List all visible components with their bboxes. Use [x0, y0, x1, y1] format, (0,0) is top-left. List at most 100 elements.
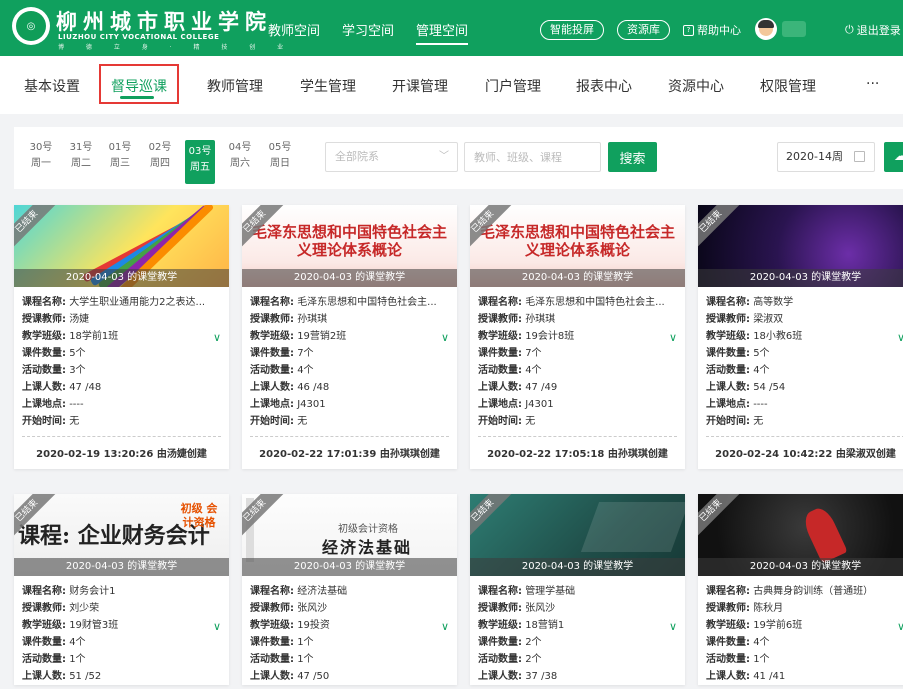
attendance-label: 上课人数: — [22, 671, 66, 682]
expand-chevron-icon[interactable]: ∨ — [897, 329, 903, 346]
start-time-label: 开始时间: — [250, 416, 294, 427]
course-row: 课程名称: 毛泽东思想和中国特色社会主... — [250, 294, 448, 311]
course-label: 课程名称: — [250, 297, 294, 308]
expand-chevron-icon[interactable]: ∨ — [441, 618, 449, 635]
day-selector-02[interactable]: 02号 周四 — [145, 140, 175, 180]
class-info: 课程名称: 毛泽东思想和中国特色社会主... 授课教师: 孙琪琪 教学班级: 1… — [470, 287, 685, 430]
class-thumbnail[interactable]: 已结束 2020-04-03 的课堂教学 — [698, 205, 903, 287]
attendance-row: 上课人数: 54 /54 — [706, 379, 903, 396]
tab-permission-management[interactable]: 权限管理 — [760, 76, 816, 96]
class-value: 19学前6班 — [753, 620, 803, 631]
day-selector-30[interactable]: 30号 周一 — [26, 140, 56, 180]
cover-title: 经济法基础 — [322, 538, 413, 557]
class-card[interactable]: 课程: 企业财务会计 初级 会计资格 已结束 2020-04-03 的课堂教学 … — [14, 494, 229, 685]
day-selector-05[interactable]: 05号 周日 — [265, 140, 295, 180]
courseware-row: 课件数量: 2个 — [478, 634, 676, 651]
class-row: 教学班级: 18学前1班 — [22, 328, 220, 345]
search-button[interactable]: 搜索 — [608, 142, 657, 172]
start-time-value: 无 — [297, 416, 308, 427]
expand-chevron-icon[interactable]: ∨ — [213, 618, 221, 635]
class-thumbnail[interactable]: 已结束 2020-04-03 的课堂教学 — [470, 494, 685, 576]
class-card[interactable]: 毛泽东思想和中国特色社会主义理论体系概论 已结束 2020-04-03 的课堂教… — [242, 205, 457, 469]
class-card[interactable]: 已结束 2020-04-03 的课堂教学 课程名称: 管理学基础 授课教师: 张… — [470, 494, 685, 685]
tab-basic-settings[interactable]: 基本设置 — [24, 76, 80, 96]
avatar[interactable] — [755, 18, 777, 40]
class-row: 教学班级: 18营销1 — [478, 617, 676, 634]
expand-chevron-icon[interactable]: ∨ — [897, 618, 903, 635]
teacher-row: 授课教师: 孙琪琪 — [250, 311, 448, 328]
tab-portal-management[interactable]: 门户管理 — [485, 76, 541, 96]
courseware-value: 4个 — [69, 637, 86, 648]
search-input[interactable] — [464, 142, 601, 172]
class-thumbnail[interactable]: 已结束 2020-04-03 的课堂教学 — [698, 494, 903, 576]
tab-resource-center[interactable]: 资源中心 — [668, 76, 724, 96]
class-thumbnail[interactable]: 毛泽东思想和中国特色社会主义理论体系概论 已结束 2020-04-03 的课堂教… — [470, 205, 685, 287]
class-thumbnail[interactable]: 已结束 2020-04-03 的课堂教学 — [14, 205, 229, 287]
courseware-label: 课件数量: — [22, 348, 66, 359]
teacher-row: 授课教师: 孙琪琪 — [478, 311, 676, 328]
class-info: 课程名称: 大学生职业通用能力2之表达... 授课教师: 汤婕 教学班级: 18… — [14, 287, 229, 430]
class-thumbnail[interactable]: 课程: 企业财务会计 初级 会计资格 已结束 2020-04-03 的课堂教学 — [14, 494, 229, 576]
resource-library-button[interactable]: 资源库 — [617, 20, 670, 40]
start-time-label: 开始时间: — [706, 416, 750, 427]
more-menu-icon[interactable]: ··· — [866, 76, 879, 92]
class-info: 课程名称: 经济法基础 授课教师: 张风沙 教学班级: 19投资 课件数量: 1… — [242, 576, 457, 685]
course-label: 课程名称: — [706, 297, 750, 308]
created-info: 2020-02-22 17:01:39 由孙琪琪创建 — [250, 436, 449, 469]
class-card[interactable]: 已结束 2020-04-03 的课堂教学 课程名称: 高等数学 授课教师: 梁淑… — [698, 205, 903, 469]
expand-chevron-icon[interactable]: ∨ — [441, 329, 449, 346]
class-thumbnail[interactable]: 毛泽东思想和中国特色社会主义理论体系概论 已结束 2020-04-03 的课堂教… — [242, 205, 457, 287]
day-selector-03[interactable]: 03号 周五 — [185, 140, 215, 184]
tab-report-center[interactable]: 报表中心 — [576, 76, 632, 96]
day-selector-31[interactable]: 31号 周二 — [66, 140, 96, 180]
attendance-label: 上课人数: — [250, 671, 294, 682]
class-caption: 2020-04-03 的课堂教学 — [470, 269, 685, 287]
week-picker[interactable]: 2020-14周 — [777, 142, 875, 172]
teacher-label: 授课教师: — [250, 314, 294, 325]
tab-teacher-management[interactable]: 教师管理 — [207, 76, 263, 96]
tab-student-management[interactable]: 学生管理 — [300, 76, 356, 96]
day-selector-04[interactable]: 04号 周六 — [225, 140, 255, 180]
tab-course-management[interactable]: 开课管理 — [392, 76, 448, 96]
cloud-download-icon[interactable]: ☁ — [884, 142, 903, 172]
expand-chevron-icon[interactable]: ∨ — [669, 329, 677, 346]
attendance-value: 54 /54 — [753, 382, 786, 393]
nav-study-space[interactable]: 学习空间 — [342, 20, 394, 39]
class-row: 教学班级: 19投资 — [250, 617, 448, 634]
smart-cast-button[interactable]: 智能投屏 — [540, 20, 604, 40]
user-name-badge[interactable] — [782, 21, 806, 37]
class-card[interactable]: 毛泽东思想和中国特色社会主义理论体系概论 已结束 2020-04-03 的课堂教… — [470, 205, 685, 469]
courseware-label: 课件数量: — [706, 348, 750, 359]
day-weekday: 周二 — [71, 158, 91, 169]
courseware-value: 5个 — [753, 348, 770, 359]
activity-label: 活动数量: — [706, 365, 750, 376]
nav-teacher-space[interactable]: 教师空间 — [268, 20, 320, 39]
class-card[interactable]: 初级会计资格 经济法基础 已结束 2020-04-03 的课堂教学 课程名称: … — [242, 494, 457, 685]
day-weekday: 周五 — [190, 162, 210, 173]
course-value: 毛泽东思想和中国特色社会主... — [525, 297, 665, 308]
expand-chevron-icon[interactable]: ∨ — [669, 618, 677, 635]
school-name-en: LIUZHOU CITY VOCATIONAL COLLEGE — [58, 33, 220, 41]
help-center-link[interactable]: ? 帮助中心 — [683, 22, 741, 38]
created-info: 2020-02-19 13:20:26 由汤婕创建 — [22, 436, 221, 469]
location-row: 上课地点: ---- — [706, 396, 903, 413]
school-logo[interactable]: ◎ — [12, 7, 50, 45]
attendance-value: 47 /49 — [525, 382, 558, 393]
courseware-value: 5个 — [69, 348, 86, 359]
day-selector-01[interactable]: 01号 周三 — [105, 140, 135, 180]
class-thumbnail[interactable]: 初级会计资格 经济法基础 已结束 2020-04-03 的课堂教学 — [242, 494, 457, 576]
nav-management-space[interactable]: 管理空间 — [416, 20, 469, 45]
class-row: 教学班级: 19营销2班 — [250, 328, 448, 345]
courseware-value: 7个 — [525, 348, 542, 359]
class-card[interactable]: 已结束 2020-04-03 的课堂教学 课程名称: 古典舞身韵训练（普通班） … — [698, 494, 903, 685]
class-row: 教学班级: 19学前6班 — [706, 617, 903, 634]
location-label: 上课地点: — [250, 399, 294, 410]
class-card[interactable]: 已结束 2020-04-03 的课堂教学 课程名称: 大学生职业通用能力2之表达… — [14, 205, 229, 469]
department-select[interactable]: 全部院系 ﹀ — [325, 142, 458, 172]
class-label: 教学班级: — [22, 620, 66, 631]
logout-button[interactable]: ⏻ 退出登录 — [845, 22, 901, 38]
location-label: 上课地点: — [22, 399, 66, 410]
activity-label: 活动数量: — [478, 654, 522, 665]
expand-chevron-icon[interactable]: ∨ — [213, 329, 221, 346]
course-row: 课程名称: 大学生职业通用能力2之表达... — [22, 294, 220, 311]
